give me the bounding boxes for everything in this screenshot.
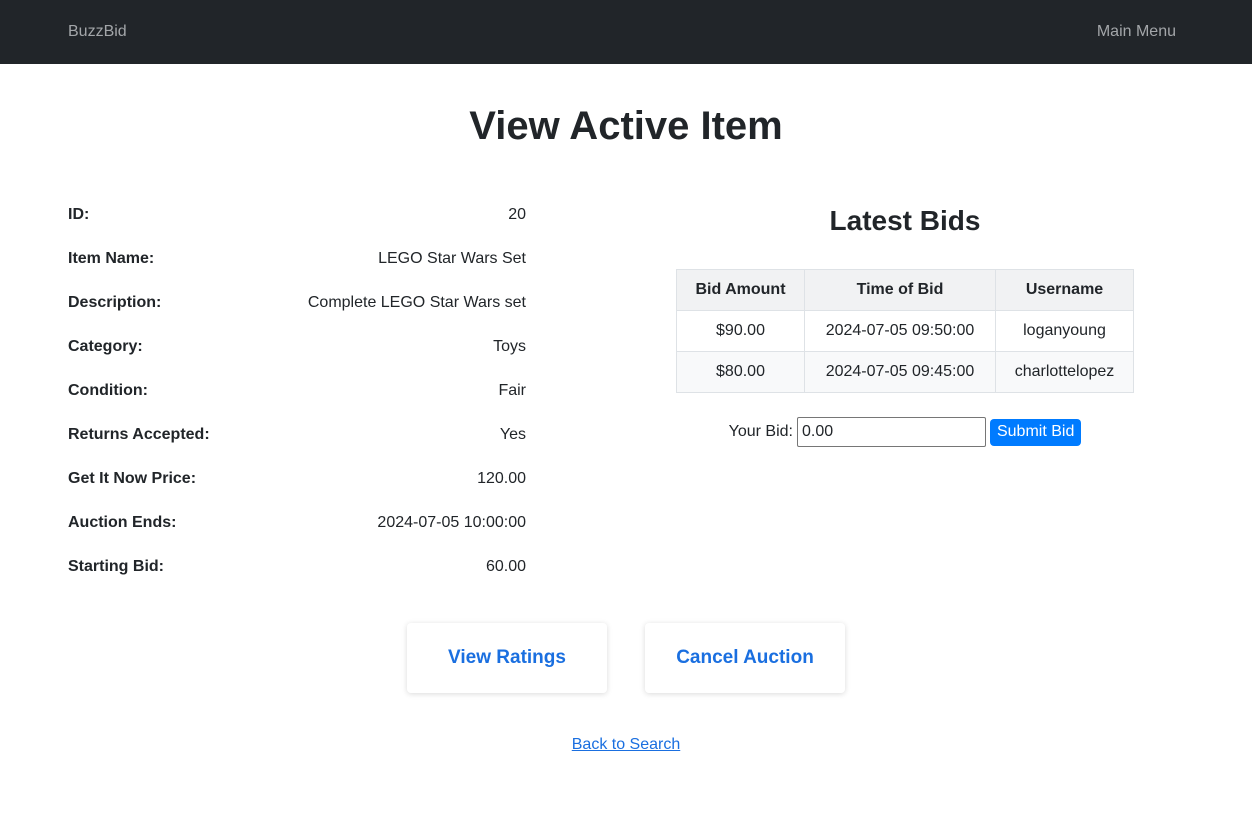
your-bid-label: Your Bid: bbox=[728, 423, 793, 440]
detail-label: Starting Bid: bbox=[68, 558, 164, 575]
table-row: $80.00 2024-07-05 09:45:00 charlottelope… bbox=[676, 351, 1134, 393]
detail-label: Condition: bbox=[68, 382, 148, 399]
bid-form: Your Bid: Submit Bid bbox=[676, 417, 1134, 447]
cancel-auction-button[interactable]: Cancel Auction bbox=[645, 623, 845, 693]
detail-value: Fair bbox=[498, 382, 526, 399]
item-details: ID: 20 Item Name: LEGO Star Wars Set Des… bbox=[68, 200, 526, 596]
detail-label: Category: bbox=[68, 338, 143, 355]
navbar: BuzzBid Main Menu bbox=[0, 0, 1252, 64]
detail-value: Complete LEGO Star Wars set bbox=[307, 294, 526, 311]
detail-label: ID: bbox=[68, 206, 90, 223]
brand-link[interactable]: BuzzBid bbox=[68, 23, 127, 41]
detail-row-description: Description: Complete LEGO Star Wars set bbox=[68, 288, 526, 332]
detail-row-starting-bid: Starting Bid: 60.00 bbox=[68, 552, 526, 596]
detail-label: Auction Ends: bbox=[68, 514, 177, 531]
back-to-search-link[interactable]: Back to Search bbox=[572, 736, 681, 753]
detail-row-returns-accepted: Returns Accepted: Yes bbox=[68, 420, 526, 464]
table-header-row: Bid Amount Time of Bid Username bbox=[676, 269, 1134, 311]
bid-amount-cell: $80.00 bbox=[676, 351, 805, 393]
detail-label: Get It Now Price: bbox=[68, 470, 197, 487]
detail-row-category: Category: Toys bbox=[68, 332, 526, 376]
back-link-container: Back to Search bbox=[0, 736, 1252, 754]
view-ratings-button[interactable]: View Ratings bbox=[407, 623, 607, 693]
detail-value: Toys bbox=[493, 338, 526, 355]
detail-value: 120.00 bbox=[477, 470, 526, 487]
bids-table: Bid Amount Time of Bid Username $90.00 2… bbox=[676, 269, 1134, 393]
detail-row-get-it-now-price: Get It Now Price: 120.00 bbox=[68, 464, 526, 508]
main-menu-link[interactable]: Main Menu bbox=[1097, 23, 1176, 41]
detail-row-auction-ends: Auction Ends: 2024-07-05 10:00:00 bbox=[68, 508, 526, 552]
column-header-username: Username bbox=[995, 269, 1134, 311]
column-header-bid-amount: Bid Amount bbox=[676, 269, 805, 311]
submit-bid-button[interactable]: Submit Bid bbox=[989, 418, 1082, 446]
detail-row-item-name: Item Name: LEGO Star Wars Set bbox=[68, 244, 526, 288]
detail-row-condition: Condition: Fair bbox=[68, 376, 526, 420]
detail-row-id: ID: 20 bbox=[68, 200, 526, 244]
bid-amount-cell: $90.00 bbox=[676, 310, 805, 352]
bid-amount-input[interactable] bbox=[796, 417, 986, 447]
bid-time-cell: 2024-07-05 09:45:00 bbox=[804, 351, 996, 393]
detail-value: 60.00 bbox=[485, 558, 526, 575]
detail-label: Returns Accepted: bbox=[68, 426, 210, 443]
detail-value: Yes bbox=[499, 426, 526, 443]
detail-value: LEGO Star Wars Set bbox=[378, 250, 526, 267]
page-title: View Active Item bbox=[469, 104, 783, 148]
detail-label: Description: bbox=[68, 294, 162, 311]
detail-value: 20 bbox=[508, 206, 526, 223]
bid-username-cell: loganyoung bbox=[995, 310, 1134, 352]
table-row: $90.00 2024-07-05 09:50:00 loganyoung bbox=[676, 310, 1134, 352]
bid-time-cell: 2024-07-05 09:50:00 bbox=[804, 310, 996, 352]
latest-bids-title: Latest Bids bbox=[829, 205, 981, 236]
action-buttons: View Ratings Cancel Auction bbox=[0, 623, 1252, 693]
detail-label: Item Name: bbox=[68, 250, 155, 267]
detail-value: 2024-07-05 10:00:00 bbox=[377, 514, 526, 531]
column-header-time-of-bid: Time of Bid bbox=[804, 269, 996, 311]
bid-username-cell: charlottelopez bbox=[995, 351, 1134, 393]
